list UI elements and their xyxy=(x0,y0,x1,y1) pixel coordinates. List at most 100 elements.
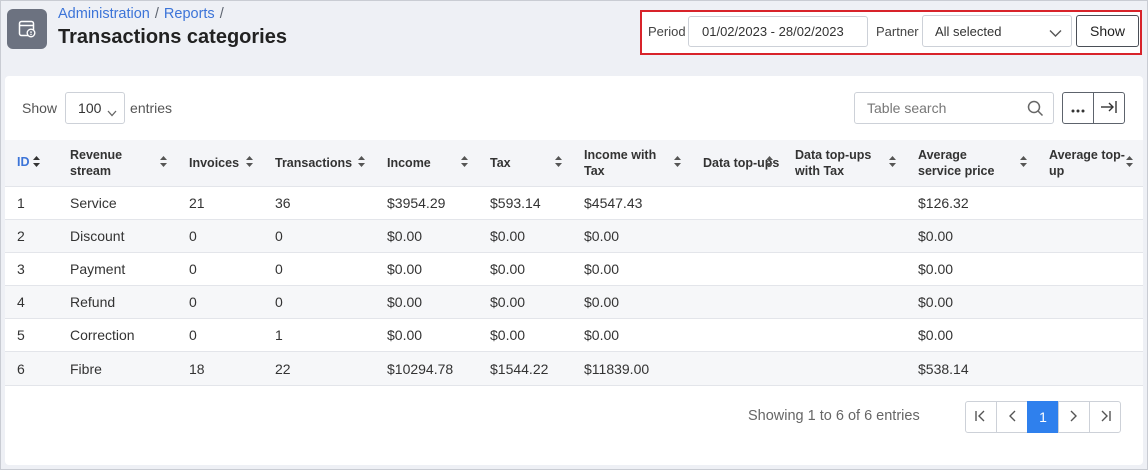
column-header-label: Average service price xyxy=(918,147,995,178)
table-row: 1 Service 21 36 $3954.29 $593.14 $4547.43 $126.… xyxy=(5,185,1143,220)
table-cell-id: 1 xyxy=(5,185,58,220)
table-cell-id: 3 xyxy=(5,251,58,286)
table-cell-data-top-ups xyxy=(691,185,783,220)
table-row: 6 Fibre 18 22 $10294.78 $1544.22 $11839.00 $538… xyxy=(5,351,1143,386)
column-header-data-top-ups[interactable]: Data top-ups xyxy=(691,140,783,186)
table-cell-revenue-stream: Service xyxy=(58,185,177,220)
column-header-label: ID xyxy=(17,155,30,170)
table-row: 4 Refund 0 0 $0.00 $0.00 $0.00 $0.00 xyxy=(5,285,1143,319)
table-cell-tax: $0.00 xyxy=(478,318,572,352)
breadcrumb: Administration / Reports / xyxy=(58,6,229,22)
breadcrumb-separator: / xyxy=(154,6,159,22)
sort-icon xyxy=(674,155,681,171)
table-cell-income-with-tax: $0.00 xyxy=(572,318,691,352)
next-page-button[interactable] xyxy=(1058,401,1090,433)
page-header: Administration / Reports / Transactions cat… xyxy=(1,1,1148,73)
table-cell-data-top-ups xyxy=(691,285,783,319)
last-page-button[interactable] xyxy=(1089,401,1121,433)
page-length-select[interactable]: 100 xyxy=(65,92,126,124)
table-cell-id: 2 xyxy=(5,218,58,253)
table-cell-data-top-ups-with-tax xyxy=(783,185,906,220)
first-page-button[interactable] xyxy=(965,401,997,433)
table-cell-income-with-tax: $0.00 xyxy=(572,285,691,319)
table-cell-data-top-ups xyxy=(691,218,783,253)
more-options-button[interactable] xyxy=(1063,93,1093,123)
table-cell-income: $0.00 xyxy=(375,285,478,319)
table-cell-revenue-stream: Fibre xyxy=(58,351,177,386)
table-cell-invoices: 0 xyxy=(177,218,263,253)
column-header-label: Data top-ups with Tax xyxy=(795,147,872,178)
column-header-revenue-stream[interactable]: Revenue stream xyxy=(58,140,177,186)
table-cell-revenue-stream: Payment xyxy=(58,251,177,286)
page-title: Transactions categories xyxy=(58,26,287,48)
table-cell-average-service-price: $126.32 xyxy=(906,185,1037,220)
table-cell-average-service-price: $0.00 xyxy=(906,218,1037,253)
column-header-label: Average top-up xyxy=(1049,147,1125,178)
table-cell-income: $0.00 xyxy=(375,218,478,253)
sort-icon xyxy=(246,155,253,171)
table-cell-data-top-ups-with-tax xyxy=(783,285,906,319)
page-length-value: 100 xyxy=(78,100,102,116)
breadcrumb-administration[interactable]: Administration xyxy=(58,6,150,22)
column-header-income[interactable]: Income xyxy=(375,140,478,186)
table-cell-id: 4 xyxy=(5,285,58,319)
search-icon xyxy=(1027,100,1044,120)
table-cell-transactions: 0 xyxy=(263,285,375,319)
report-filter-panel: Period 01/02/2023 - 28/02/2023 Partner A… xyxy=(640,10,1142,55)
table-cell-tax: $0.00 xyxy=(478,285,572,319)
column-header-average-top-up[interactable]: Average top-up xyxy=(1037,140,1143,186)
table-cell-income: $3954.29 xyxy=(375,185,478,220)
table-cell-average-top-up xyxy=(1037,285,1143,319)
table-cell-income-with-tax: $4547.43 xyxy=(572,185,691,220)
page-button-current[interactable]: 1 xyxy=(1027,401,1059,433)
last-page-icon xyxy=(1098,409,1112,426)
table-cell-transactions: 1 xyxy=(263,318,375,352)
show-button[interactable]: Show xyxy=(1076,15,1139,47)
table-cell-data-top-ups xyxy=(691,251,783,286)
table-cell-invoices: 0 xyxy=(177,251,263,286)
column-header-label: Revenue stream xyxy=(70,147,123,178)
search-placeholder: Table search xyxy=(867,100,947,116)
sort-icon xyxy=(358,155,365,171)
table-cell-invoices: 21 xyxy=(177,185,263,220)
column-header-average-service-price[interactable]: Average service price xyxy=(906,140,1037,186)
column-header-id[interactable]: ID xyxy=(5,140,58,186)
partner-label: Partner xyxy=(876,24,919,39)
table-cell-income: $0.00 xyxy=(375,318,478,352)
sort-icon xyxy=(160,155,167,171)
entries-label: entries xyxy=(130,100,173,116)
prev-page-button[interactable] xyxy=(996,401,1028,433)
column-header-data-top-ups-with-tax[interactable]: Data top-ups with Tax xyxy=(783,140,906,186)
column-header-label: Income with Tax xyxy=(584,147,657,178)
column-header-invoices[interactable]: Invoices xyxy=(177,140,263,186)
column-header-tax[interactable]: Tax xyxy=(478,140,572,186)
window-frame: Administration / Reports / Transactions cat… xyxy=(0,0,1148,470)
column-header-transactions[interactable]: Transactions xyxy=(263,140,375,186)
breadcrumb-separator: / xyxy=(219,6,224,22)
table-cell-invoices: 18 xyxy=(177,351,263,386)
breadcrumb-reports[interactable]: Reports xyxy=(164,6,215,22)
sort-icon xyxy=(555,155,562,171)
table-row: 2 Discount 0 0 $0.00 $0.00 $0.00 $0.00 xyxy=(5,218,1143,253)
table-cell-average-service-price: $0.00 xyxy=(906,251,1037,286)
table-cell-income-with-tax: $0.00 xyxy=(572,251,691,286)
table-cell-transactions: 36 xyxy=(263,185,375,220)
partner-select[interactable]: All selected xyxy=(922,15,1072,47)
period-label: Period xyxy=(648,24,686,39)
table-row: 3 Payment 0 0 $0.00 $0.00 $0.00 $0.00 xyxy=(5,251,1143,286)
table-cell-average-service-price: $0.00 xyxy=(906,285,1037,319)
table-search-input[interactable]: Table search xyxy=(854,92,1054,124)
table-cell-tax: $0.00 xyxy=(478,218,572,253)
expand-icon xyxy=(1100,100,1118,117)
table-cell-transactions: 0 xyxy=(263,251,375,286)
next-page-icon xyxy=(1069,409,1079,426)
column-header-income-with-tax[interactable]: Income with Tax xyxy=(572,140,691,186)
period-date-range-input[interactable]: 01/02/2023 - 28/02/2023 xyxy=(688,16,868,47)
table-cell-data-top-ups xyxy=(691,351,783,386)
table-cell-revenue-stream: Refund xyxy=(58,285,177,319)
expand-table-button[interactable] xyxy=(1093,93,1124,123)
table-cell-tax: $593.14 xyxy=(478,185,572,220)
table-actions xyxy=(1062,92,1125,124)
table-cell-income: $0.00 xyxy=(375,251,478,286)
prev-page-icon xyxy=(1007,409,1017,426)
